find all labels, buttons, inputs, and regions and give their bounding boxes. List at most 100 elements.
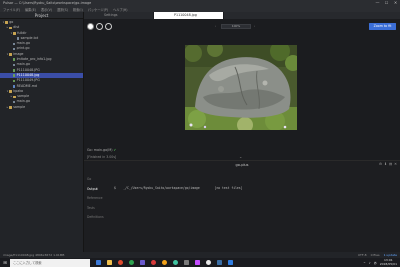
- file-icon: [13, 69, 16, 72]
- app-icon: [194, 259, 201, 266]
- folder-icon: [13, 31, 16, 35]
- zoom-to-fit-button[interactable]: Zoom to fit: [369, 22, 396, 30]
- taskbar-app[interactable]: [148, 258, 159, 267]
- zoom-out-icon[interactable]: ‹: [215, 24, 216, 29]
- file-tree: ▾ go ▸ dist ▾ fulldir sample.txt main.go print.g…: [0, 19, 83, 110]
- folder-icon: [13, 95, 16, 99]
- menu-item[interactable]: 編集(E): [25, 7, 36, 12]
- folder-icon: [9, 26, 12, 30]
- taskbar-app[interactable]: [104, 258, 115, 267]
- app-icon: [117, 259, 124, 266]
- app-icon: [139, 259, 146, 266]
- white-background-swatch[interactable]: [87, 22, 94, 30]
- layout-icon[interactable]: ▤: [389, 162, 392, 166]
- sidebar-header[interactable]: Project: [0, 12, 83, 19]
- panel-actions: ⚙ ⬇ ▤ ✕: [379, 162, 397, 166]
- panel-tab[interactable]: Definitions: [84, 213, 110, 223]
- editor-area: Settings P1110048.jpg ‹ 100% › Zoom to fi…: [84, 12, 400, 252]
- taskbar-app[interactable]: [181, 258, 192, 267]
- panel-tabs: Go Output Reference Tests Definitions: [84, 175, 110, 223]
- settings-icon[interactable]: ⚙: [379, 162, 382, 166]
- menu-item[interactable]: 検索(I): [73, 7, 83, 12]
- taskbar-search[interactable]: ここに入力して検索: [10, 258, 90, 267]
- file-icon: [13, 42, 16, 46]
- file-icon: [13, 79, 16, 83]
- folder-icon: [9, 53, 12, 56]
- app-icon: [183, 259, 190, 266]
- taskbar-app[interactable]: [137, 258, 148, 267]
- transparent-background-swatch[interactable]: [105, 22, 112, 30]
- windows-start-icon[interactable]: ⊞: [0, 258, 10, 267]
- taskbar-app[interactable]: [126, 258, 137, 267]
- taskbar-app[interactable]: [170, 258, 181, 267]
- panel-tab[interactable]: Tests: [84, 204, 110, 214]
- panel-tab[interactable]: Reference: [84, 194, 110, 204]
- taskbar-app[interactable]: [192, 258, 203, 267]
- encoding-indicator[interactable]: UTF-8: [358, 253, 367, 257]
- app-icon: [106, 259, 113, 266]
- taskbar-app[interactable]: [93, 258, 104, 267]
- file-info[interactable]: image/P1110048.jpg 4896x3672 1.91MB: [3, 253, 64, 257]
- file-icon: [17, 37, 20, 40]
- taskbar-app[interactable]: [225, 258, 236, 267]
- ime-indicator[interactable]: あ: [374, 261, 377, 265]
- files-count[interactable]: 0 files: [371, 253, 380, 257]
- app-icon: [172, 259, 179, 266]
- app-icon: [227, 259, 234, 266]
- tree-folder[interactable]: ▸ sample: [0, 105, 83, 110]
- menu-item[interactable]: ヘルプ(H): [113, 7, 127, 12]
- chevron-down-icon[interactable]: ⌄: [239, 154, 242, 159]
- image-toolbar: ‹ 100% › Zoom to fit: [84, 22, 400, 33]
- go-file-label[interactable]: Go: main.go(M): [87, 148, 113, 152]
- download-icon[interactable]: ⬇: [384, 162, 387, 166]
- check-icon: ✔: [113, 148, 117, 152]
- menu-item[interactable]: ファイル(F): [3, 7, 20, 12]
- taskbar-app[interactable]: [115, 258, 126, 267]
- clock-date: 2018/05/01: [379, 261, 397, 266]
- rock-photo: [185, 45, 297, 130]
- tab-bar: Settings P1110048.jpg: [84, 12, 400, 19]
- update-indicator[interactable]: 1 update: [384, 253, 397, 257]
- system-tray: ^ ♪ あ 13:01 2018/05/01: [363, 258, 400, 266]
- folder-icon: [9, 90, 12, 93]
- window-title: Pulsar — C:\Users\Ryoku_Saito\workspace\…: [3, 1, 92, 5]
- file-icon: [13, 63, 16, 67]
- go-status-bar: Go: main.go(M) ✔: [84, 146, 400, 154]
- folder-icon: [5, 21, 8, 24]
- taskbar-app[interactable]: [203, 258, 214, 267]
- file-icon: [13, 74, 16, 77]
- menu-item[interactable]: 選択(S): [57, 7, 68, 12]
- menu-item[interactable]: パッケージ(P): [88, 7, 108, 12]
- tree-label: sample: [13, 104, 26, 109]
- dark-background-swatch[interactable]: [96, 22, 103, 30]
- taskbar-app[interactable]: [214, 258, 225, 267]
- editor-tab[interactable]: P1110048.jpg: [154, 12, 224, 19]
- app-icon: [95, 259, 102, 266]
- clock[interactable]: 13:01 2018/05/01: [379, 258, 397, 266]
- zoom-select[interactable]: 100%: [221, 23, 251, 29]
- finished-message: [Finished in 3.00s]: [87, 155, 117, 159]
- app-icon: [205, 259, 212, 266]
- go-plus-panel: go-plus ⚙ ⬇ ▤ ✕ Go Output Reference Tests Defin…: [84, 160, 400, 252]
- project-sidebar: Project ▾ go ▸ dist ▾ fulldir sample.txt main.g…: [0, 12, 84, 252]
- panel-title: go-plus: [235, 163, 249, 167]
- folder-icon: [9, 106, 12, 109]
- volume-icon[interactable]: ♪: [369, 261, 371, 265]
- app-icon: [216, 259, 223, 266]
- editor-tab[interactable]: Settings: [84, 12, 154, 19]
- panel-tab[interactable]: Output: [84, 185, 110, 195]
- taskbar-app[interactable]: [159, 258, 170, 267]
- file-icon: [13, 58, 16, 62]
- tray-chevron-icon[interactable]: ^: [363, 261, 366, 265]
- menu-item[interactable]: 表示(V): [41, 7, 52, 12]
- close-icon[interactable]: ✕: [394, 162, 397, 166]
- zoom-in-icon[interactable]: ›: [254, 24, 255, 29]
- app-icon: [161, 259, 168, 266]
- output-text: $ _/C_/Users/Ryoku_Saito/workspace/go/im…: [114, 186, 243, 190]
- app-icon: [150, 259, 157, 266]
- image-viewer: [84, 33, 400, 146]
- panel-tab[interactable]: Go: [84, 175, 110, 185]
- taskbar: ⊞ ここに入力して検索 ^ ♪ あ 13:01 2018/05/01: [0, 258, 400, 267]
- file-icon: [13, 84, 16, 88]
- app-icon: [128, 259, 135, 266]
